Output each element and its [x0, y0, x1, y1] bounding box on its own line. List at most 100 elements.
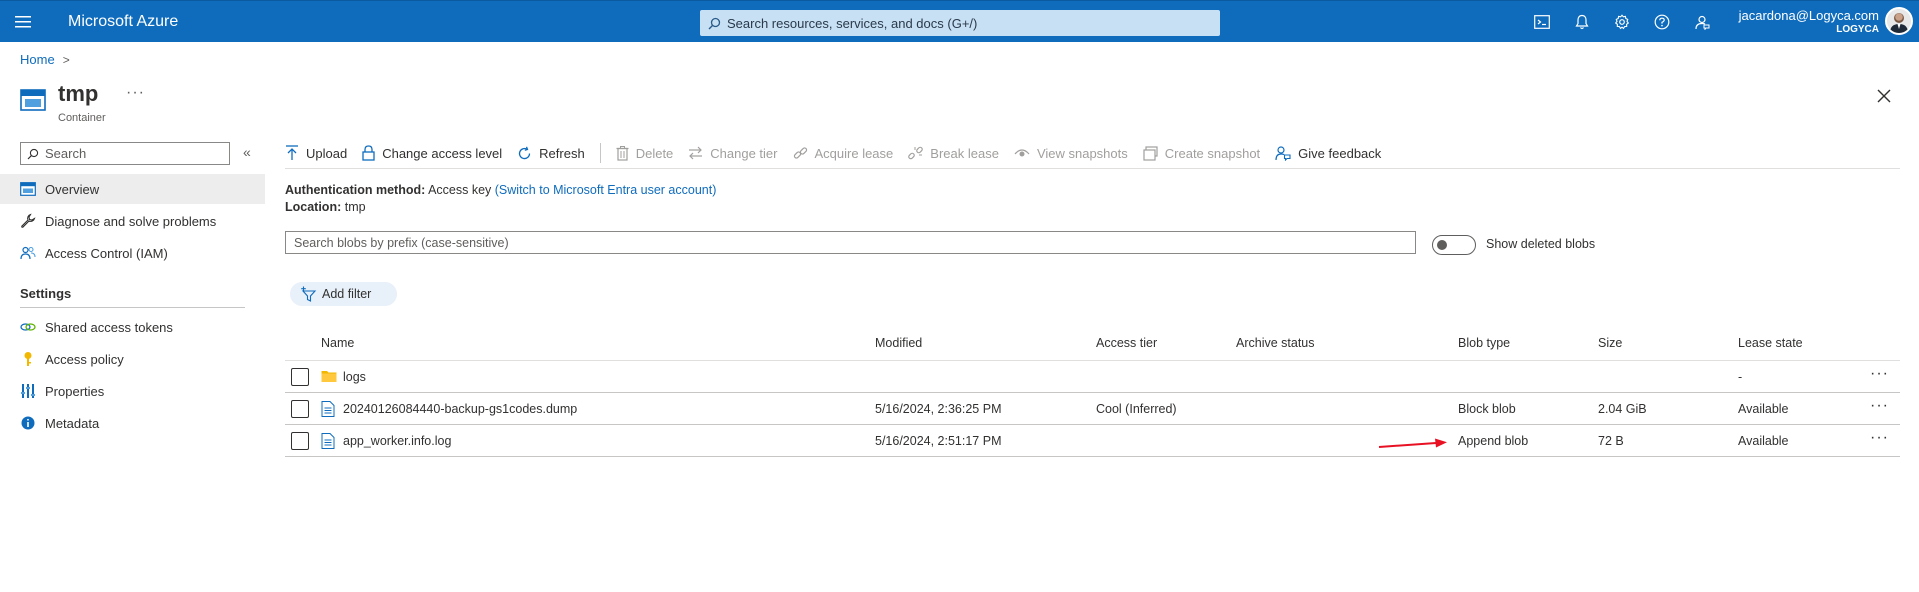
- lease-state-cell: Available: [1738, 402, 1789, 416]
- change-access-level-label: Change access level: [382, 145, 503, 161]
- key-icon: [20, 351, 36, 367]
- nav-item-label: Shared access tokens: [45, 319, 173, 335]
- account-user: jacardona@Logyca.com: [1738, 8, 1879, 23]
- show-deleted-blobs-toggle[interactable]: [1432, 235, 1476, 255]
- nav-item-overview[interactable]: Overview: [0, 174, 265, 204]
- nav-item-properties[interactable]: Properties: [0, 376, 265, 406]
- column-header-lease-state[interactable]: Lease state: [1738, 336, 1803, 350]
- nav-item-label: Properties: [45, 383, 105, 399]
- add-filter-label: Add filter: [322, 287, 372, 301]
- nav-item-shared-access-tokens[interactable]: Shared access tokens: [0, 312, 265, 342]
- collapse-nav-button[interactable]: «: [243, 144, 251, 160]
- blob-name-link[interactable]: app_worker.info.log: [343, 434, 451, 448]
- account-tenant: LOGYCA: [1836, 24, 1879, 35]
- delete-button[interactable]: Delete: [616, 145, 674, 161]
- column-header-name[interactable]: Name: [321, 336, 354, 350]
- location-value: tmp: [344, 200, 366, 214]
- info-icon: [20, 415, 36, 431]
- row-checkbox[interactable]: [291, 432, 309, 450]
- account-menu[interactable]: jacardona@Logyca.com LOGYCA: [1739, 8, 1879, 36]
- nav-item-label: Access Control (IAM): [45, 245, 168, 261]
- portal-brand[interactable]: Microsoft Azure: [68, 13, 178, 31]
- toggle-knob: [1437, 240, 1447, 250]
- swap-arrows-icon: [688, 146, 710, 160]
- nav-section-settings: Settings: [20, 286, 72, 301]
- refresh-icon: [517, 146, 539, 161]
- search-icon: [27, 148, 45, 160]
- switch-auth-link[interactable]: (Switch to Microsoft Entra user account): [495, 183, 717, 197]
- break-lease-button[interactable]: Break lease: [908, 146, 999, 161]
- acquire-lease-label: Acquire lease: [814, 145, 894, 161]
- nav-item-metadata[interactable]: Metadata: [0, 408, 265, 438]
- nav-item-label: Diagnose and solve problems: [45, 213, 217, 229]
- column-header-blob-type[interactable]: Blob type: [1458, 336, 1510, 350]
- create-snapshot-button[interactable]: Create snapshot: [1143, 146, 1260, 161]
- blob-name-link[interactable]: 20240126084440-backup-gs1codes.dump: [343, 402, 577, 416]
- gear-icon[interactable]: [1602, 1, 1642, 43]
- nav-item-access-policy[interactable]: Access policy: [0, 344, 265, 374]
- auth-method-value: Access key: [428, 183, 492, 197]
- upload-label: Upload: [306, 145, 348, 161]
- chain-link-icon: [793, 146, 815, 161]
- column-header-modified[interactable]: Modified: [875, 336, 922, 350]
- annotation-arrow-icon: [1378, 436, 1448, 452]
- help-icon[interactable]: [1642, 1, 1682, 43]
- give-feedback-button[interactable]: Give feedback: [1275, 145, 1381, 161]
- blob-prefix-search-input[interactable]: Search blobs by prefix (case-sensitive): [285, 231, 1416, 254]
- nav-search-placeholder: Search: [45, 146, 87, 161]
- nav-item-diagnose[interactable]: Diagnose and solve problems: [0, 206, 265, 236]
- bell-icon[interactable]: [1562, 1, 1602, 43]
- eye-icon: [1014, 147, 1037, 159]
- refresh-button[interactable]: Refresh: [517, 146, 585, 161]
- access-tier-cell: Cool (Inferred): [1096, 402, 1177, 416]
- change-tier-button[interactable]: Change tier: [688, 146, 778, 161]
- row-more-button[interactable]: ···: [1870, 365, 1889, 383]
- global-search-input[interactable]: Search resources, services, and docs (G+…: [700, 10, 1220, 36]
- close-icon[interactable]: [1874, 86, 1894, 106]
- view-snapshots-button[interactable]: View snapshots: [1014, 146, 1128, 161]
- file-icon: [321, 433, 337, 449]
- breadcrumb-home-link[interactable]: Home: [20, 52, 55, 67]
- lock-icon: [362, 145, 382, 161]
- change-access-level-button[interactable]: Change access level: [362, 145, 502, 161]
- refresh-label: Refresh: [539, 145, 585, 161]
- add-filter-button[interactable]: Add filter: [290, 282, 397, 306]
- avatar[interactable]: [1885, 7, 1913, 35]
- auth-method-label: Authentication method:: [285, 183, 426, 197]
- auth-method-line: Authentication method: Access key (Switc…: [285, 183, 716, 197]
- wrench-icon: [20, 213, 36, 229]
- link-icon: [20, 319, 36, 335]
- column-header-archive-status[interactable]: Archive status: [1236, 336, 1315, 350]
- broken-link-icon: [908, 146, 930, 161]
- hamburger-menu-icon[interactable]: [0, 1, 46, 43]
- column-header-access-tier[interactable]: Access tier: [1096, 336, 1157, 350]
- column-header-size[interactable]: Size: [1598, 336, 1622, 350]
- show-deleted-blobs-label: Show deleted blobs: [1486, 237, 1596, 251]
- row-more-button[interactable]: ···: [1870, 429, 1889, 447]
- modified-cell: 5/16/2024, 2:51:17 PM: [875, 434, 1002, 448]
- delete-label: Delete: [635, 145, 674, 161]
- blob-type-cell: Block blob: [1458, 402, 1516, 416]
- acquire-lease-button[interactable]: Acquire lease: [793, 145, 894, 161]
- table-row[interactable]: app_worker.info.log 5/16/2024, 2:51:17 P…: [285, 425, 1900, 457]
- overview-icon: [20, 181, 36, 197]
- create-snapshot-label: Create snapshot: [1164, 145, 1261, 161]
- cloud-shell-icon[interactable]: [1522, 1, 1562, 43]
- more-actions-button[interactable]: ···: [126, 84, 145, 102]
- table-row[interactable]: 20240126084440-backup-gs1codes.dump 5/16…: [285, 393, 1900, 425]
- nav-search-input[interactable]: Search: [20, 142, 230, 165]
- row-checkbox[interactable]: [291, 368, 309, 386]
- row-checkbox[interactable]: [291, 400, 309, 418]
- blob-name-link[interactable]: logs: [343, 370, 366, 384]
- top-bar: Microsoft Azure Search resources, servic…: [0, 0, 1919, 42]
- blob-search-placeholder: Search blobs by prefix (case-sensitive): [294, 235, 509, 250]
- lease-state-cell: -: [1738, 370, 1743, 384]
- nav-item-iam[interactable]: Access Control (IAM): [0, 238, 265, 268]
- upload-button[interactable]: Upload: [285, 145, 347, 161]
- feedback-icon[interactable]: [1682, 1, 1722, 43]
- view-snapshots-label: View snapshots: [1036, 145, 1128, 161]
- row-more-button[interactable]: ···: [1870, 397, 1889, 415]
- table-row[interactable]: logs - ···: [285, 361, 1900, 393]
- folder-icon: [321, 369, 337, 385]
- blob-type-cell: Append blob: [1458, 434, 1529, 448]
